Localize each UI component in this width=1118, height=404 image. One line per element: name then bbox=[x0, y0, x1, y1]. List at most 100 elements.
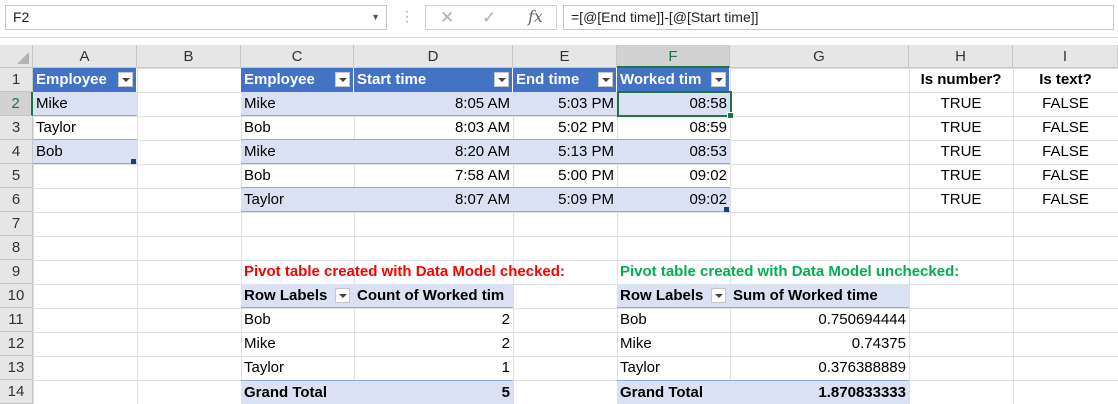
table-cell[interactable]: 5:02 PM bbox=[513, 116, 617, 140]
row-header-3[interactable]: 3 bbox=[0, 116, 33, 140]
pivot-filter-dropdown-icon[interactable] bbox=[335, 288, 350, 303]
column-header-d[interactable]: D bbox=[354, 45, 513, 68]
pivot-value[interactable]: 0.750694444 bbox=[730, 308, 909, 332]
pivot-header-label: Row Labels bbox=[244, 287, 328, 304]
pivot2-caption[interactable]: Pivot table created with Data Model unch… bbox=[617, 260, 1017, 284]
name-box-dropdown-icon[interactable]: ▼ bbox=[371, 6, 380, 29]
row-header-6[interactable]: 6 bbox=[0, 188, 33, 212]
column-header-h[interactable]: H bbox=[909, 45, 1013, 68]
column-header-a[interactable]: A bbox=[33, 45, 137, 68]
pivot1-grand-total-label[interactable]: Grand Total bbox=[241, 380, 354, 404]
filter-dropdown-icon[interactable] bbox=[118, 72, 133, 87]
table-cell[interactable]: Taylor bbox=[241, 188, 354, 212]
column-header-c[interactable]: C bbox=[241, 45, 354, 68]
row-header-2[interactable]: 2 bbox=[0, 92, 33, 116]
row-header-9[interactable]: 9 bbox=[0, 260, 33, 284]
table-cell[interactable]: 5:13 PM bbox=[513, 140, 617, 164]
pivot-value[interactable]: 0.376388889 bbox=[730, 356, 909, 380]
row-header-10[interactable]: 10 bbox=[0, 284, 33, 308]
enter-icon[interactable]: ✓ bbox=[482, 8, 496, 28]
table-resize-handle[interactable] bbox=[131, 159, 136, 164]
table-cell[interactable]: 5:09 PM bbox=[513, 188, 617, 212]
check-cell[interactable]: TRUE bbox=[909, 92, 1013, 116]
pivot-value[interactable]: 2 bbox=[354, 308, 513, 332]
formula-input[interactable]: =[@[End time]]-[@[Start time]] bbox=[563, 5, 1114, 30]
check-cell[interactable]: FALSE bbox=[1013, 116, 1118, 140]
pivot-filter-dropdown-icon[interactable] bbox=[711, 288, 726, 303]
table-cell[interactable]: 09:02 bbox=[617, 188, 730, 212]
table-cell[interactable]: Taylor bbox=[33, 116, 137, 140]
table1-header-label: Employee bbox=[36, 71, 107, 88]
pivot-row-label[interactable]: Taylor bbox=[241, 356, 354, 380]
name-box-value: F2 bbox=[13, 9, 30, 25]
row-header-4[interactable]: 4 bbox=[0, 140, 33, 164]
column-header-e[interactable]: E bbox=[513, 45, 617, 68]
check-cell[interactable]: TRUE bbox=[909, 188, 1013, 212]
table-cell[interactable]: 8:20 AM bbox=[354, 140, 513, 164]
gridline bbox=[137, 68, 138, 404]
check-header-number[interactable]: Is number? bbox=[909, 68, 1013, 92]
select-all-button[interactable] bbox=[0, 45, 33, 68]
cancel-icon[interactable]: ✕ bbox=[440, 8, 454, 28]
formula-buttons: ✕ ✓ fx bbox=[425, 5, 557, 30]
check-cell[interactable]: TRUE bbox=[909, 164, 1013, 188]
pivot1-caption[interactable]: Pivot table created with Data Model chec… bbox=[241, 260, 617, 284]
table-cell[interactable]: 08:53 bbox=[617, 140, 730, 164]
active-cell-selection[interactable] bbox=[617, 91, 734, 119]
table-cell[interactable]: 5:00 PM bbox=[513, 164, 617, 188]
column-header-b[interactable]: B bbox=[137, 45, 241, 68]
check-cell[interactable]: FALSE bbox=[1013, 92, 1118, 116]
filter-dropdown-icon[interactable] bbox=[494, 72, 509, 87]
row-header-7[interactable]: 7 bbox=[0, 212, 33, 236]
table-cell[interactable]: 8:05 AM bbox=[354, 92, 513, 116]
pivot-value[interactable]: 2 bbox=[354, 332, 513, 356]
table-cell[interactable]: Mike bbox=[33, 92, 137, 116]
table-cell[interactable]: 08:59 bbox=[617, 116, 730, 140]
table-cell[interactable]: Bob bbox=[33, 140, 137, 164]
row-header-11[interactable]: 11 bbox=[0, 308, 33, 332]
table-resize-handle[interactable] bbox=[724, 207, 729, 212]
check-cell[interactable]: FALSE bbox=[1013, 164, 1118, 188]
column-header-f[interactable]: F bbox=[617, 45, 730, 68]
check-cell[interactable]: TRUE bbox=[909, 116, 1013, 140]
pivot2-grand-total-label[interactable]: Grand Total bbox=[617, 380, 730, 404]
column-header-i[interactable]: I bbox=[1013, 45, 1118, 68]
pivot-row-label[interactable]: Bob bbox=[241, 308, 354, 332]
table-cell[interactable]: Bob bbox=[241, 164, 354, 188]
insert-function-icon[interactable]: fx bbox=[528, 7, 543, 26]
row-header-8[interactable]: 8 bbox=[0, 236, 33, 260]
check-header-text[interactable]: Is text? bbox=[1013, 68, 1118, 92]
pivot-value[interactable]: 0.74375 bbox=[730, 332, 909, 356]
pivot-value[interactable]: 1 bbox=[354, 356, 513, 380]
table-cell[interactable]: 09:02 bbox=[617, 164, 730, 188]
pivot-row-label[interactable]: Mike bbox=[617, 332, 730, 356]
row-header-5[interactable]: 5 bbox=[0, 164, 33, 188]
table-cell[interactable]: Mike bbox=[241, 92, 354, 116]
table-cell[interactable]: 8:03 AM bbox=[354, 116, 513, 140]
table-cell[interactable]: Bob bbox=[241, 116, 354, 140]
pivot1-grand-total-value[interactable]: 5 bbox=[354, 380, 513, 404]
row-header-13[interactable]: 13 bbox=[0, 356, 33, 380]
table-cell[interactable]: Mike bbox=[241, 140, 354, 164]
check-cell[interactable]: FALSE bbox=[1013, 140, 1118, 164]
row-header-14[interactable]: 14 bbox=[0, 380, 33, 404]
pivot1-value-header[interactable]: Count of Worked tim bbox=[354, 284, 513, 308]
table-cell[interactable]: 7:58 AM bbox=[354, 164, 513, 188]
name-box[interactable]: F2 ▼ bbox=[5, 5, 387, 30]
filter-dropdown-icon[interactable] bbox=[335, 72, 350, 87]
table-cell[interactable]: 8:07 AM bbox=[354, 188, 513, 212]
pivot2-value-header[interactable]: Sum of Worked time bbox=[730, 284, 909, 308]
pivot-row-label[interactable]: Mike bbox=[241, 332, 354, 356]
check-cell[interactable]: TRUE bbox=[909, 140, 1013, 164]
table-cell[interactable]: 5:03 PM bbox=[513, 92, 617, 116]
pivot-row-label[interactable]: Taylor bbox=[617, 356, 730, 380]
filter-dropdown-icon[interactable] bbox=[711, 72, 726, 87]
pivot-row-label[interactable]: Bob bbox=[617, 308, 730, 332]
check-cell[interactable]: FALSE bbox=[1013, 188, 1118, 212]
filter-dropdown-icon[interactable] bbox=[598, 72, 613, 87]
row-header-1[interactable]: 1 bbox=[0, 68, 33, 92]
table2-header-start[interactable]: Start time bbox=[354, 68, 513, 92]
pivot2-grand-total-value[interactable]: 1.870833333 bbox=[730, 380, 909, 404]
row-header-12[interactable]: 12 bbox=[0, 332, 33, 356]
column-header-g[interactable]: G bbox=[730, 45, 909, 68]
